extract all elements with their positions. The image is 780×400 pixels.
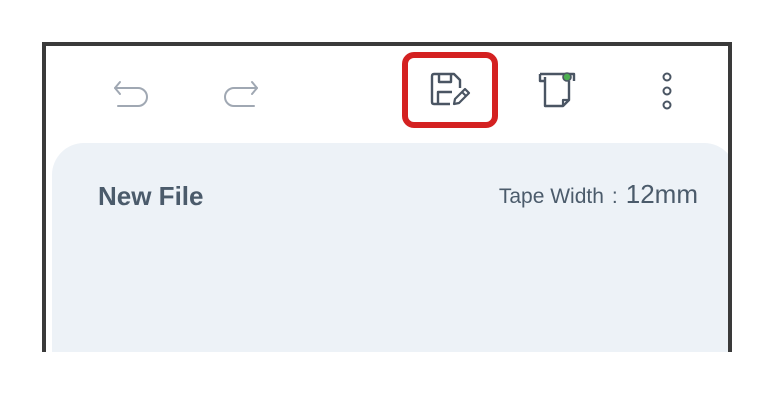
more-vertical-icon [662, 72, 672, 110]
print-button[interactable] [536, 68, 580, 112]
file-name-title[interactable]: New File [98, 181, 203, 212]
label-editor-panel: New File Tape Width : 12mm [52, 143, 728, 352]
undo-icon [114, 81, 148, 107]
toolbar [46, 46, 728, 141]
tape-width-label: Tape Width [498, 185, 604, 208]
save-edit-icon [430, 72, 471, 106]
save-button-highlight[interactable] [402, 52, 498, 128]
app-window: New File Tape Width : 12mm [42, 42, 732, 352]
tape-width-value: 12mm [625, 179, 698, 209]
redo-icon [224, 81, 258, 107]
redo-button[interactable] [218, 72, 262, 112]
print-label-icon [538, 72, 576, 108]
status-dot [562, 72, 572, 82]
more-options-button[interactable] [652, 68, 682, 114]
tape-width-info[interactable]: Tape Width : 12mm [499, 179, 698, 210]
undo-button[interactable] [110, 72, 154, 112]
tape-width-separator: : [611, 185, 618, 208]
